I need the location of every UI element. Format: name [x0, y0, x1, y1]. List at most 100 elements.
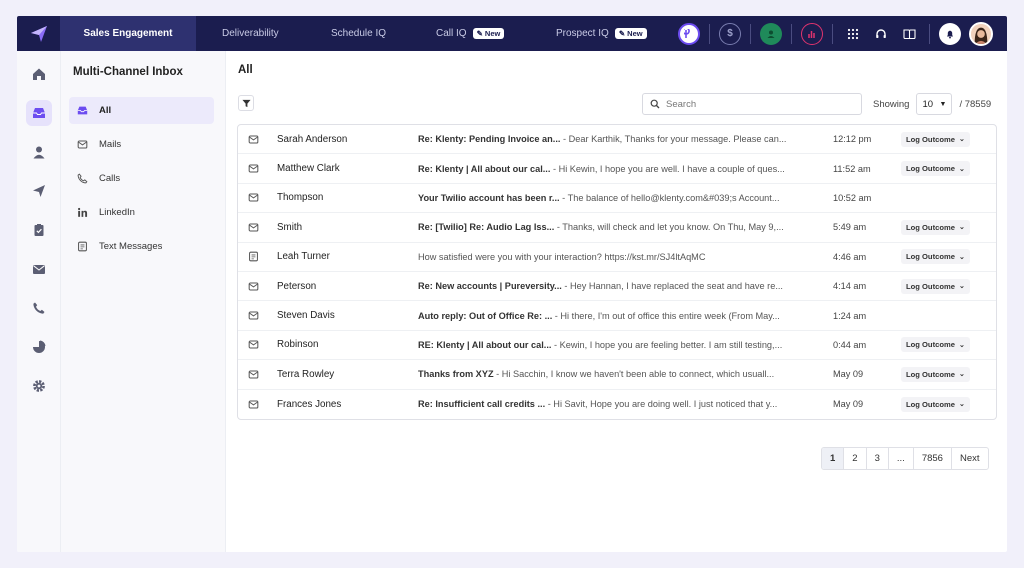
- headset-icon[interactable]: [870, 23, 892, 45]
- message-subject: Re: Klenty: Pending Invoice an...: [418, 134, 561, 145]
- message-snippet[interactable]: Auto reply: Out of Office Re: ... - Hi t…: [418, 311, 815, 321]
- contact-name[interactable]: Steven Davis: [277, 310, 335, 321]
- subnav-item-linkedin[interactable]: LinkedIn: [69, 199, 214, 226]
- contact-name[interactable]: Sarah Anderson: [277, 134, 347, 145]
- contact-name[interactable]: Frances Jones: [277, 399, 341, 410]
- message-snippet[interactable]: Thanks from XYZ - Hi Sacchin, I know we …: [418, 369, 815, 379]
- table-row[interactable]: Frances Jones Re: Insufficient call credi…: [238, 390, 996, 419]
- log-outcome-button[interactable]: Log Outcome ⌄: [901, 337, 970, 353]
- tab-prospect-iq[interactable]: Prospect IQ ✎ New: [556, 16, 647, 51]
- subnav-label: LinkedIn: [99, 207, 135, 218]
- log-outcome-button[interactable]: Log Outcome ⌄: [901, 161, 970, 177]
- contact-name[interactable]: Matthew Clark: [277, 163, 340, 174]
- tab-label: Call IQ: [436, 28, 467, 39]
- contact-name[interactable]: Thompson: [277, 192, 323, 203]
- contact-name[interactable]: Robinson: [277, 339, 318, 350]
- inbox-icon[interactable]: [26, 100, 52, 126]
- dollar-circle-icon[interactable]: $: [719, 22, 741, 45]
- page-size-select[interactable]: 10 ▼: [916, 93, 953, 115]
- chevron-down-icon: ⌄: [958, 136, 965, 144]
- pagination: 1 2 3... 7856 Next: [821, 447, 989, 470]
- tab-label: Deliverability: [222, 28, 279, 39]
- inbox-list: Sarah Anderson Re: Klenty: Pending Invoic…: [237, 124, 997, 420]
- mail-icon: [77, 139, 91, 150]
- contacts-icon[interactable]: [26, 139, 52, 165]
- message-snippet[interactable]: Re: New accounts | Pureversity... - Hey …: [418, 281, 815, 291]
- message-time: 4:14 am: [833, 281, 867, 292]
- settings-icon[interactable]: [26, 373, 52, 399]
- send-icon[interactable]: [26, 178, 52, 204]
- avatar[interactable]: [969, 21, 993, 46]
- log-outcome-label: Log Outcome: [906, 252, 955, 262]
- log-outcome-button[interactable]: Log Outcome ⌄: [901, 278, 970, 294]
- contact-name[interactable]: Leah Turner: [277, 251, 330, 262]
- table-row[interactable]: Leah Turner How satisfied were you with y…: [238, 243, 996, 272]
- bell-icon[interactable]: [939, 22, 961, 45]
- message-subject: Re: Insufficient call credits ...: [418, 399, 546, 410]
- message-snippet[interactable]: Re: [Twilio] Re: Audio Lag Iss... - Than…: [418, 222, 815, 232]
- table-row[interactable]: Matthew Clark Re: Klenty | All about our …: [238, 154, 996, 184]
- page-button[interactable]: 7856: [914, 448, 952, 469]
- message-preview: - The balance of hello@klenty.com&#039;s…: [559, 192, 780, 203]
- chevron-down-icon: ⌄: [958, 253, 965, 261]
- subnav-label: Mails: [99, 139, 122, 150]
- page-button[interactable]: 1: [822, 448, 845, 469]
- tab-sales-engagement[interactable]: Sales Engagement: [60, 16, 196, 51]
- tab-schedule-iq[interactable]: Schedule IQ: [331, 16, 386, 51]
- message-subject: Thanks from XYZ: [418, 369, 494, 380]
- user-circle-icon[interactable]: [760, 22, 782, 45]
- subnav-item-text-messages[interactable]: Text Messages: [69, 233, 214, 260]
- table-row[interactable]: Smith Re: [Twilio] Re: Audio Lag Iss... -…: [238, 213, 996, 243]
- search-box[interactable]: [642, 93, 862, 115]
- phone-icon: [77, 173, 91, 184]
- log-outcome-button[interactable]: Log Outcome ⌄: [901, 249, 970, 265]
- page-button[interactable]: 2: [844, 448, 867, 469]
- app-logo[interactable]: [17, 16, 60, 51]
- tab-label: Sales Engagement: [83, 28, 173, 39]
- subnav-label: Calls: [99, 173, 121, 184]
- analytics-icon[interactable]: [801, 22, 823, 45]
- home-icon[interactable]: [26, 61, 52, 87]
- table-row[interactable]: Steven Davis Auto reply: Out of Office Re…: [238, 301, 996, 331]
- reports-icon[interactable]: [26, 334, 52, 360]
- message-time: 12:12 pm: [833, 134, 872, 145]
- log-outcome-button[interactable]: Log Outcome ⌄: [901, 131, 970, 147]
- tab-deliverability[interactable]: Deliverability: [222, 16, 279, 51]
- message-snippet[interactable]: Re: Klenty | All about our cal... - Hi K…: [418, 164, 815, 174]
- tasks-icon[interactable]: [26, 217, 52, 243]
- message-snippet[interactable]: How satisfied were you with your interac…: [418, 252, 815, 262]
- book-icon[interactable]: [898, 23, 920, 45]
- contact-name[interactable]: Smith: [277, 222, 302, 233]
- tab-call-iq[interactable]: Call IQ ✎ New: [436, 16, 505, 51]
- page-button[interactable]: 3: [867, 448, 889, 469]
- log-outcome-button[interactable]: Log Outcome ⌄: [901, 366, 970, 382]
- subnav-item-calls[interactable]: Calls: [69, 165, 214, 192]
- play-circle-icon[interactable]: [678, 22, 700, 45]
- dialpad-icon[interactable]: [842, 23, 864, 45]
- log-outcome-button[interactable]: Log Outcome ⌄: [901, 396, 970, 412]
- contact-name[interactable]: Terra Rowley: [277, 369, 334, 380]
- showing-label: Showing: [873, 98, 910, 110]
- filter-button[interactable]: [238, 95, 254, 111]
- message-preview: - Hey Hannan, I have replaced the seat a…: [561, 281, 783, 292]
- table-row[interactable]: Thompson Your Twilio account has been r..…: [238, 184, 996, 214]
- tab-label: Schedule IQ: [331, 28, 387, 39]
- table-row[interactable]: Peterson Re: New accounts | Pureversity..…: [238, 272, 996, 302]
- message-snippet[interactable]: Re: Klenty: Pending Invoice an... - Dear…: [418, 134, 815, 144]
- contact-name[interactable]: Peterson: [277, 281, 316, 292]
- subnav-item-all[interactable]: All: [69, 97, 214, 124]
- mail-icon[interactable]: [26, 256, 52, 282]
- message-snippet[interactable]: RE: Klenty | All about our cal... - Kewi…: [418, 340, 815, 350]
- phone-icon[interactable]: [26, 295, 52, 321]
- search-input[interactable]: [666, 98, 846, 110]
- subnav-item-mails[interactable]: Mails: [69, 131, 214, 158]
- filter-icon: [241, 99, 251, 107]
- log-outcome-button[interactable]: Log Outcome ⌄: [901, 219, 970, 235]
- mail-icon: [248, 399, 259, 410]
- table-row[interactable]: Terra Rowley Thanks from XYZ - Hi Sacchin…: [238, 360, 996, 390]
- message-snippet[interactable]: Re: Insufficient call credits ... - Hi S…: [418, 399, 815, 409]
- message-snippet[interactable]: Your Twilio account has been r... - The …: [418, 193, 815, 203]
- table-row[interactable]: Sarah Anderson Re: Klenty: Pending Invoic…: [238, 125, 996, 155]
- next-page-button[interactable]: Next: [952, 448, 988, 469]
- table-row[interactable]: Robinson RE: Klenty | All about our cal..…: [238, 331, 996, 361]
